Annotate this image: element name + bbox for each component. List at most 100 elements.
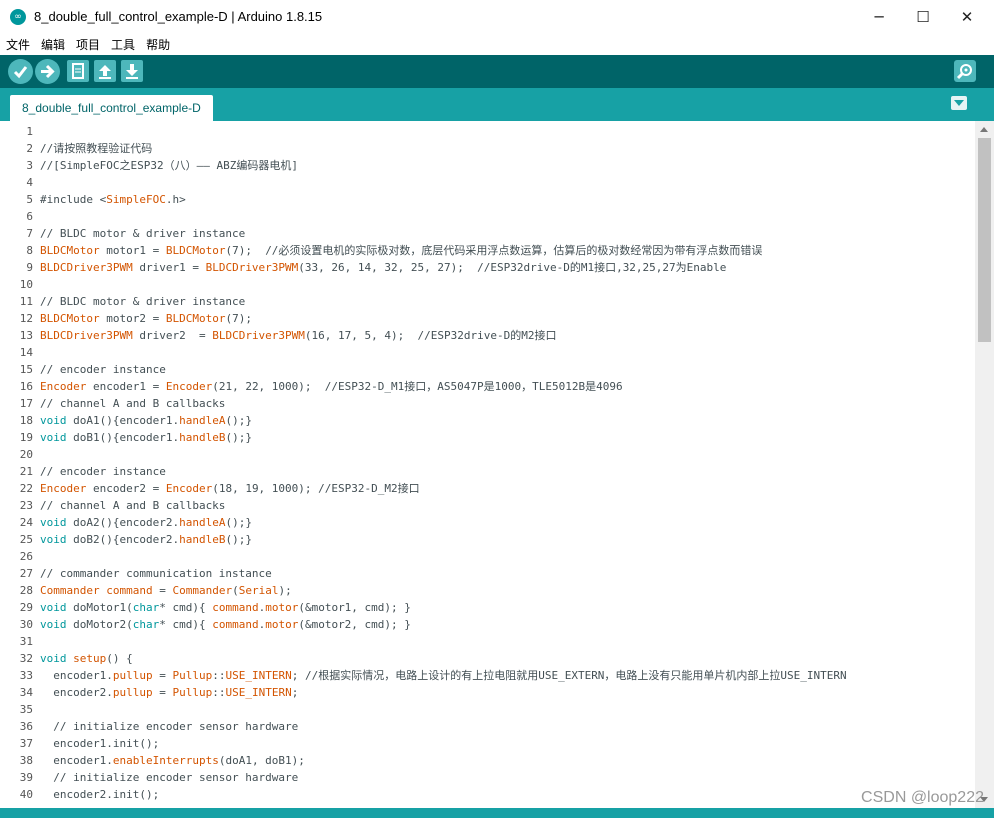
code-text: ::: [212, 669, 226, 682]
code-type: BLDCMotor: [165, 244, 226, 257]
code-type: Serial: [238, 584, 279, 597]
code-keyword: char: [132, 618, 160, 631]
line-number: 13: [19, 329, 33, 342]
code-type: Pullup: [172, 669, 213, 682]
code-line[interactable]: void setup() {: [40, 650, 133, 667]
code-type: Encoder: [40, 380, 87, 393]
code-line[interactable]: // initialize encoder sensor hardware: [40, 718, 298, 735]
code-line[interactable]: #include <SimpleFOC.h>: [40, 191, 186, 208]
upload-button[interactable]: [35, 59, 60, 84]
code-line[interactable]: // initialize encoder sensor hardware: [40, 769, 298, 786]
code-type: command: [106, 584, 153, 597]
code-line[interactable]: //请按照教程验证代码: [40, 140, 152, 157]
scrollbar-thumb[interactable]: [978, 138, 991, 342]
code-text: // encoder instance: [40, 363, 166, 376]
menu-edit[interactable]: 编辑: [35, 35, 70, 55]
serial-monitor-icon: [956, 64, 972, 80]
tab-menu-dropdown-icon[interactable]: [951, 96, 967, 110]
code-line[interactable]: // channel A and B callbacks: [40, 395, 225, 412]
code-type: pullup: [112, 686, 153, 699]
scroll-up-icon[interactable]: [975, 121, 994, 138]
code-line[interactable]: BLDCDriver3PWM driver1 = BLDCDriver3PWM(…: [40, 259, 726, 276]
code-line[interactable]: void doMotor1(char* cmd){ command.motor(…: [40, 599, 411, 616]
code-type: command: [212, 601, 259, 614]
code-line[interactable]: //[SimpleFOC之ESP32（八）—— ABZ编码器电机]: [40, 157, 298, 174]
code-keyword: char: [132, 601, 160, 614]
menu-tools[interactable]: 工具: [105, 35, 140, 55]
code-line[interactable]: // encoder instance: [40, 463, 166, 480]
menu-file[interactable]: 文件: [0, 35, 35, 55]
save-file-icon: [126, 64, 138, 79]
code-line[interactable]: // BLDC motor & driver instance: [40, 225, 245, 242]
line-number: 35: [19, 703, 33, 716]
code-line[interactable]: void doB2(){encoder2.handleB();}: [40, 531, 252, 548]
code-text: (&motor2, cmd); }: [298, 618, 411, 631]
code-line[interactable]: // channel A and B callbacks: [40, 497, 225, 514]
code-line[interactable]: encoder2.pullup = Pullup::USE_INTERN;: [40, 684, 298, 701]
tab-sketch[interactable]: 8_double_full_control_example-D: [10, 95, 213, 121]
minimize-button[interactable]: ─: [856, 0, 902, 34]
code-line[interactable]: BLDCDriver3PWM driver2 = BLDCDriver3PWM(…: [40, 327, 556, 344]
code-line[interactable]: encoder1.enableInterrupts(doA1, doB1);: [40, 752, 305, 769]
code-line[interactable]: Encoder encoder2 = Encoder(18, 19, 1000)…: [40, 480, 420, 497]
code-editor[interactable]: 1 2//请按照教程验证代码 3//[SimpleFOC之ESP32（八）—— AB…: [0, 121, 994, 808]
code-text: motor1 =: [99, 244, 166, 257]
status-bar: [0, 808, 994, 818]
maximize-button[interactable]: ☐: [900, 0, 946, 34]
menu-help[interactable]: 帮助: [140, 35, 175, 55]
code-text: =: [152, 584, 173, 597]
new-file-button[interactable]: [67, 60, 89, 82]
code-line[interactable]: encoder1.init();: [40, 735, 159, 752]
code-type: handleB: [179, 431, 226, 444]
line-number: 21: [19, 465, 33, 478]
code-line[interactable]: void doMotor2(char* cmd){ command.motor(…: [40, 616, 411, 633]
save-file-button[interactable]: [121, 60, 143, 82]
line-number: 34: [19, 686, 33, 699]
code-text: encoder1.: [40, 754, 113, 767]
arduino-logo-icon: ∞: [10, 9, 26, 25]
code-text: (7);: [225, 312, 252, 325]
line-number: 17: [19, 397, 33, 410]
vertical-scrollbar[interactable]: [975, 121, 994, 808]
code-line[interactable]: void doB1(){encoder1.handleB();}: [40, 429, 252, 446]
verify-icon: [13, 66, 28, 79]
code-type: Encoder: [40, 482, 87, 495]
code-keyword: void: [40, 431, 67, 444]
watermark: CSDN @loop222: [861, 789, 984, 806]
code-text: .h>: [165, 193, 186, 206]
code-text: // commander communication instance: [40, 567, 272, 580]
code-line[interactable]: BLDCMotor motor2 = BLDCMotor(7);: [40, 310, 252, 327]
code-text: (doA1, doB1);: [218, 754, 305, 767]
code-line[interactable]: Encoder encoder1 = Encoder(21, 22, 1000)…: [40, 378, 623, 395]
code-line[interactable]: // commander communication instance: [40, 565, 272, 582]
code-type: motor: [265, 618, 299, 631]
code-type: handleB: [179, 533, 226, 546]
line-number: 38: [19, 754, 33, 767]
code-text: doMotor1(: [66, 601, 133, 614]
code-type: BLDCDriver3PWM: [40, 261, 133, 274]
code-text: (7); //必须设置电机的实际极对数，底层代码采用浮点数运算，估算后的极对数经…: [225, 244, 763, 257]
line-number: 2: [26, 142, 33, 155]
line-number: 26: [19, 550, 33, 563]
serial-monitor-button[interactable]: [954, 60, 976, 82]
code-text: );: [278, 584, 292, 597]
code-line[interactable]: encoder2.init();: [40, 786, 159, 803]
code-line[interactable]: BLDCMotor motor1 = BLDCMotor(7); //必须设置电…: [40, 242, 762, 259]
verify-button[interactable]: [8, 59, 33, 84]
code-line[interactable]: void doA2(){encoder2.handleA();}: [40, 514, 252, 531]
close-button[interactable]: ✕: [944, 0, 990, 34]
line-number: 10: [19, 278, 33, 291]
code-type: BLDCMotor: [40, 244, 100, 257]
open-file-button[interactable]: [94, 60, 116, 82]
code-text: //[SimpleFOC之ESP32（八）—— ABZ编码器电机]: [40, 159, 298, 172]
code-text: =: [152, 686, 173, 699]
line-number: 14: [19, 346, 33, 359]
menu-sketch[interactable]: 项目: [70, 35, 105, 55]
code-line[interactable]: void doA1(){encoder1.handleA();}: [40, 412, 252, 429]
line-number: 36: [19, 720, 33, 733]
code-line[interactable]: Commander command = Commander(Serial);: [40, 582, 292, 599]
code-line[interactable]: // encoder instance: [40, 361, 166, 378]
code-line[interactable]: encoder1.pullup = Pullup::USE_INTERN; //…: [40, 667, 846, 684]
code-line[interactable]: // BLDC motor & driver instance: [40, 293, 245, 310]
code-text: driver2 =: [132, 329, 213, 342]
